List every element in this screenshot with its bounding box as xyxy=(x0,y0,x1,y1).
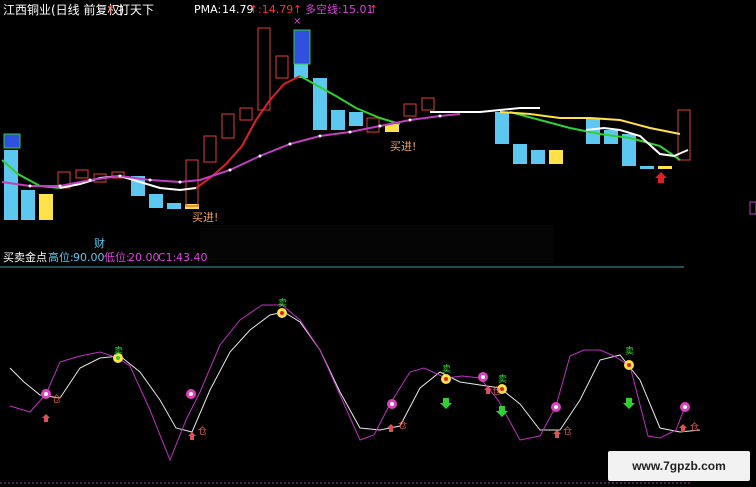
candle xyxy=(149,194,163,208)
pma-line-up xyxy=(195,75,301,189)
candle xyxy=(313,78,327,130)
up-arrow-icon xyxy=(387,424,395,432)
sell-label: 卖 xyxy=(498,375,508,385)
sub-indicator-name: 买卖金点 xyxy=(3,251,47,264)
candle xyxy=(239,107,253,121)
chart-window: × 江西铜业(日线 前复权) ↑ 打天下 PMA: 14.79 ↑:14.79… xyxy=(0,0,756,487)
pma-value2: :14.79 xyxy=(258,3,294,16)
watermark: www.7gpzb.com xyxy=(608,451,750,481)
candle xyxy=(167,203,181,209)
candle xyxy=(531,150,545,164)
sell-label: 卖 xyxy=(442,365,452,375)
buy-annotation: 买进! xyxy=(192,211,219,224)
candle xyxy=(513,144,527,164)
blue-candle-top xyxy=(293,29,311,65)
pma-label: PMA: xyxy=(194,3,222,16)
ma-arrow-icon: ↑ xyxy=(369,3,379,16)
up-arrow-icon xyxy=(484,386,492,394)
candle xyxy=(275,55,289,79)
up-arrow-icon xyxy=(553,430,561,438)
candle xyxy=(39,194,53,220)
candle xyxy=(221,113,235,139)
ma-dots xyxy=(28,114,442,188)
position-label: 仓 xyxy=(52,395,62,405)
candle xyxy=(403,103,417,117)
high-value: 90.00 xyxy=(73,251,105,264)
candle xyxy=(549,150,563,164)
candle xyxy=(495,112,509,144)
sell-label: 卖 xyxy=(278,299,288,309)
kdj-white-line xyxy=(9,311,701,433)
sell-arrows xyxy=(440,398,635,417)
up-arrow-icon xyxy=(679,424,687,432)
signal-markers xyxy=(41,308,690,412)
low-label: 低位: xyxy=(104,251,130,264)
up-arrow-icon: ↑ xyxy=(106,3,117,17)
position-label: 仓 xyxy=(690,423,700,433)
candle xyxy=(185,159,199,207)
candle xyxy=(349,112,363,126)
buy-arrows xyxy=(42,386,687,440)
position-label: 仓 xyxy=(398,421,408,431)
high-label: 高位: xyxy=(48,251,74,264)
down-arrow-icon xyxy=(623,398,635,409)
c1-label: C1: xyxy=(158,251,177,264)
cross-marker: × xyxy=(293,16,301,27)
candle xyxy=(366,117,380,133)
candle xyxy=(658,166,672,169)
cai-label: 财 xyxy=(94,237,105,250)
blue-candle-top xyxy=(3,133,21,149)
sell-label: 卖 xyxy=(625,347,635,357)
edge-marker xyxy=(749,201,756,215)
indicator-name: 打天下 xyxy=(118,3,155,17)
up-arrow-icon xyxy=(42,414,50,422)
sell-label: 卖 xyxy=(114,347,124,357)
candle xyxy=(21,190,35,220)
ma-label: 多空线: xyxy=(305,3,342,16)
buy-arrow-icon xyxy=(655,172,667,183)
up-arrow-icon xyxy=(188,432,196,440)
yellow-candles xyxy=(39,124,672,220)
position-label: 仓 xyxy=(198,427,208,437)
down-arrow-icon xyxy=(440,398,452,409)
candle xyxy=(257,27,271,111)
buy-annotation: 买进! xyxy=(390,140,417,153)
low-value: 20.00 xyxy=(128,251,160,264)
occlusion-block xyxy=(430,0,756,112)
candle xyxy=(203,135,217,163)
candle xyxy=(331,110,345,130)
pma-arrow-icon: ↑ xyxy=(249,3,259,16)
position-label: 仓 xyxy=(492,387,502,397)
candle xyxy=(75,169,89,179)
occlusion-block xyxy=(200,225,554,263)
pma-arrow2-icon: ↑ xyxy=(293,3,303,16)
kdj-magenta-line xyxy=(9,304,687,462)
candle xyxy=(640,166,654,169)
candle xyxy=(4,150,18,220)
price-panel[interactable]: × xyxy=(0,0,756,487)
c1-value: 43.40 xyxy=(176,251,208,264)
position-label: 仓 xyxy=(563,427,573,437)
